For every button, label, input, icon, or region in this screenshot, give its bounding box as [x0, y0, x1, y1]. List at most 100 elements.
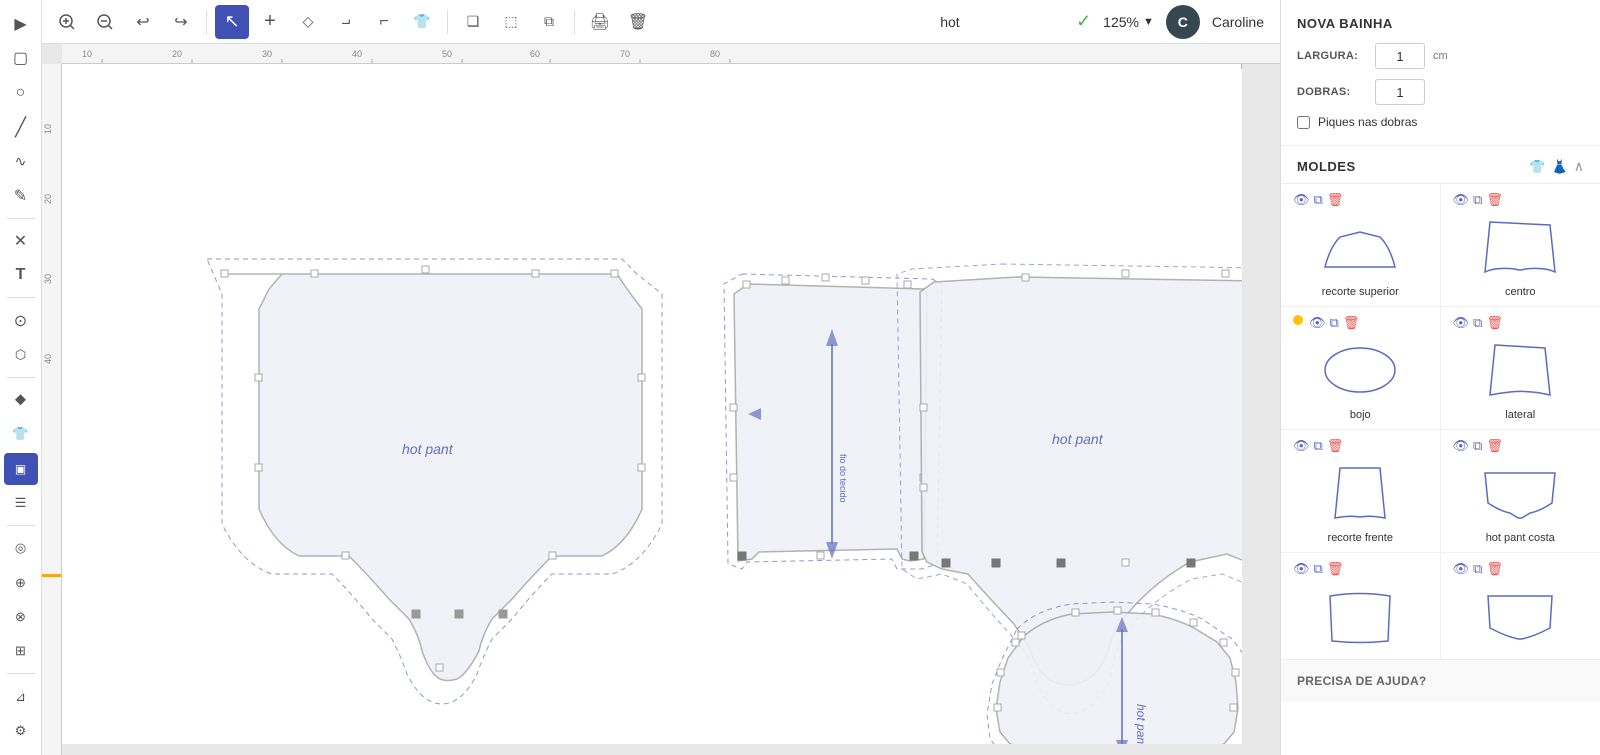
molde-item8: 👁 ⧉ 🗑	[1441, 553, 1600, 660]
eye-icon-l[interactable]: 👁	[1453, 315, 1470, 331]
eye-icon-rs[interactable]: 👁	[1293, 192, 1310, 208]
tool-camera[interactable]: ⊙	[4, 304, 38, 336]
zoom-selector[interactable]: 125% ▼	[1103, 14, 1154, 30]
moldes-title: MOLDES	[1297, 159, 1529, 174]
eye-icon-b[interactable]: 👁	[1309, 315, 1326, 331]
tool-notch[interactable]: ⊗	[4, 601, 38, 633]
shirt-tool[interactable]: 👕	[405, 5, 439, 39]
piques-label: Piques nas dobras	[1318, 115, 1417, 129]
eye-icon-hpc[interactable]: 👁	[1453, 438, 1470, 454]
tool-seam[interactable]: ⊕	[4, 567, 38, 599]
copy-icon-8[interactable]: ⧉	[1473, 561, 1482, 577]
piques-row: Piques nas dobras	[1297, 115, 1584, 129]
dobras-row: DOBRAS:	[1297, 79, 1584, 105]
svg-text:70: 70	[620, 49, 630, 59]
largura-input[interactable]	[1375, 43, 1425, 69]
eye-icon-c[interactable]: 👁	[1453, 192, 1470, 208]
eye-icon-7[interactable]: 👁	[1293, 561, 1310, 577]
svg-text:hot pant: hot pant	[1052, 431, 1104, 447]
help-text[interactable]: PRECISA DE AJUDA?	[1297, 674, 1427, 688]
canvas-area[interactable]: hot pant fio do tecido	[62, 64, 1242, 744]
avatar: C	[1166, 5, 1200, 39]
print-button[interactable]: 🖨	[583, 5, 617, 39]
svg-text:80: 80	[710, 49, 720, 59]
redo-button[interactable]: ↪	[164, 5, 198, 39]
trash-icon-l[interactable]: 🗑	[1486, 315, 1503, 331]
molde-name-recorte-superior: recorte superior	[1293, 286, 1428, 298]
tool-shirt[interactable]: 👕	[4, 418, 38, 450]
moldes-shirt2-icon[interactable]: 👗	[1552, 159, 1568, 175]
svg-text:40: 40	[43, 354, 53, 364]
delete-button[interactable]: 🗑	[621, 5, 655, 39]
tool-curve[interactable]: ∿	[4, 145, 38, 177]
tool-settings[interactable]: ⚙	[4, 715, 38, 747]
molde-name-lateral: lateral	[1453, 409, 1589, 421]
copy-icon-hpc[interactable]: ⧉	[1473, 438, 1482, 454]
corner2-tool[interactable]: ⌐	[367, 5, 401, 39]
copy-icon-c[interactable]: ⧉	[1473, 192, 1482, 208]
tool-cross[interactable]: ✕	[4, 225, 38, 257]
save-indicator: ✓	[1076, 11, 1091, 32]
svg-text:50: 50	[442, 49, 452, 59]
trash-icon-hpc[interactable]: 🗑	[1486, 438, 1503, 454]
thumbnail-centro	[1453, 212, 1589, 282]
zoom-chevron-icon: ▼	[1143, 16, 1154, 28]
left-toolbar: ▶ ▢ ○ ╱ ∿ ✎ ✕ T ⊙ ⬡ ⬥ 👕 ▣ ☰ ◎ ⊕ ⊗ ⊞ ⊿ ⚙	[0, 0, 42, 755]
tool-circle[interactable]: ○	[4, 77, 38, 109]
moldes-shirt1-icon[interactable]: 👕	[1529, 159, 1545, 175]
piques-checkbox[interactable]	[1297, 116, 1310, 129]
trash-icon-rf[interactable]: 🗑	[1327, 438, 1344, 454]
copy-icon-rs[interactable]: ⧉	[1314, 192, 1323, 208]
svg-text:20: 20	[172, 49, 182, 59]
trash-icon-rs[interactable]: 🗑	[1327, 192, 1344, 208]
tool-fill[interactable]: ⬥	[4, 384, 38, 416]
corner1-tool[interactable]: ⌐	[329, 5, 363, 39]
thumbnail-bojo	[1293, 335, 1428, 405]
moldes-collapse-icon[interactable]: ∧	[1574, 158, 1584, 175]
edit-tool[interactable]: ◇	[291, 5, 325, 39]
svg-text:fio do tecido: fio do tecido	[838, 454, 848, 503]
tool-select[interactable]: ▶	[4, 8, 38, 40]
copy-icon-rf[interactable]: ⧉	[1314, 438, 1323, 454]
moldes-header: MOLDES 👕 👗 ∧	[1281, 146, 1600, 184]
trash-icon-7[interactable]: 🗑	[1327, 561, 1344, 577]
pointer-tool[interactable]: ↖	[215, 5, 249, 39]
svg-text:10: 10	[43, 124, 53, 134]
tool-line[interactable]: ╱	[4, 111, 38, 143]
tool-pocket[interactable]: ⊞	[4, 635, 38, 667]
copy-icon-b[interactable]: ⧉	[1330, 315, 1339, 331]
svg-text:20: 20	[43, 194, 53, 204]
zoom-in-button[interactable]	[50, 5, 84, 39]
tool-dart[interactable]: ◎	[4, 532, 38, 564]
tool-text[interactable]: T	[4, 259, 38, 291]
copy-icon-7[interactable]: ⧉	[1314, 561, 1323, 577]
molde-centro: 👁 ⧉ 🗑 centro	[1441, 184, 1600, 307]
tool-pen[interactable]: ✎	[4, 180, 38, 212]
tool-grade[interactable]: ⊿	[4, 680, 38, 712]
zoom-out-button[interactable]	[88, 5, 122, 39]
main-canvas-area: // inline not possible here, drawn stati…	[42, 44, 1280, 755]
undo-button[interactable]: ↩	[126, 5, 160, 39]
yellow-dot-bojo	[1293, 315, 1303, 325]
tool-layers[interactable]: ☰	[4, 487, 38, 519]
eye-icon-rf[interactable]: 👁	[1293, 438, 1310, 454]
tool-pattern-icon[interactable]: ⬡	[4, 339, 38, 371]
duplicate-tool[interactable]: ⧉	[532, 5, 566, 39]
paste-tool[interactable]: ⬚	[494, 5, 528, 39]
molde-item7: 👁 ⧉ 🗑	[1281, 553, 1441, 660]
dobras-input[interactable]	[1375, 79, 1425, 105]
tool-rectangle[interactable]: ▢	[4, 42, 38, 74]
trash-icon-8[interactable]: 🗑	[1486, 561, 1503, 577]
copy-icon-l[interactable]: ⧉	[1473, 315, 1482, 331]
molde-name-hot-pant-costa: hot pant costa	[1453, 532, 1589, 544]
tool-hem[interactable]: ▣	[4, 453, 38, 485]
trash-icon-b[interactable]: 🗑	[1343, 315, 1360, 331]
svg-text:60: 60	[530, 49, 540, 59]
svg-text:10: 10	[82, 49, 92, 59]
add-point-tool[interactable]: +	[253, 5, 287, 39]
eye-icon-8[interactable]: 👁	[1453, 561, 1470, 577]
ruler-top: // inline not possible here, drawn stati…	[62, 44, 1280, 64]
trash-icon-c[interactable]: 🗑	[1486, 192, 1503, 208]
largura-row: LARGURA: cm	[1297, 43, 1584, 69]
copy-tool[interactable]: ❑	[456, 5, 490, 39]
